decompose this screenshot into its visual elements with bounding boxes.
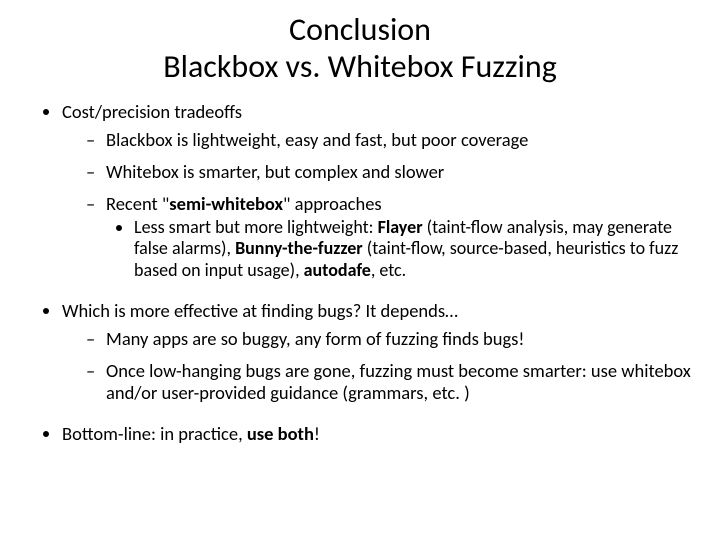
bullet-text: Many apps are so buggy, any form of fuzz…	[106, 327, 524, 350]
title-line-1: Conclusion	[289, 10, 431, 49]
list-item: Less smart but more lightweight: Flayer …	[134, 217, 702, 281]
bullet-list: Cost/precision tradeoffs Blackbox is lig…	[18, 100, 702, 446]
bullet-text: Blackbox is lightweight, easy and fast, …	[106, 128, 528, 151]
bullet-text: Bottom-line: in practice, use both!	[62, 422, 320, 445]
list-item: Bottom-line: in practice, use both!	[62, 422, 702, 445]
bullet-text: Recent "semi-whitebox" approaches	[106, 192, 382, 215]
slide-title: Conclusion Blackbox vs. Whitebox Fuzzing	[18, 12, 702, 86]
list-item: Once low-hanging bugs are gone, fuzzing …	[86, 360, 702, 404]
sub-list: Many apps are so buggy, any form of fuzz…	[62, 328, 702, 405]
list-item: Whitebox is smarter, but complex and slo…	[86, 161, 702, 183]
bullet-text: Whitebox is smarter, but complex and slo…	[106, 160, 444, 183]
list-item: Cost/precision tradeoffs Blackbox is lig…	[62, 100, 702, 281]
title-line-2: Blackbox vs. Whitebox Fuzzing	[163, 47, 557, 86]
list-item: Recent "semi-whitebox" approaches Less s…	[86, 193, 702, 281]
bullet-text: Which is more effective at finding bugs?…	[62, 299, 458, 322]
list-item: Which is more effective at finding bugs?…	[62, 299, 702, 405]
sub-list: Blackbox is lightweight, easy and fast, …	[62, 129, 702, 281]
bullet-text: Cost/precision tradeoffs	[62, 100, 242, 123]
list-item: Many apps are so buggy, any form of fuzz…	[86, 328, 702, 350]
inner-list: Less smart but more lightweight: Flayer …	[106, 217, 702, 281]
bullet-text: Less smart but more lightweight: Flayer …	[134, 216, 678, 280]
list-item: Blackbox is lightweight, easy and fast, …	[86, 129, 702, 151]
bullet-text: Once low-hanging bugs are gone, fuzzing …	[106, 359, 691, 404]
